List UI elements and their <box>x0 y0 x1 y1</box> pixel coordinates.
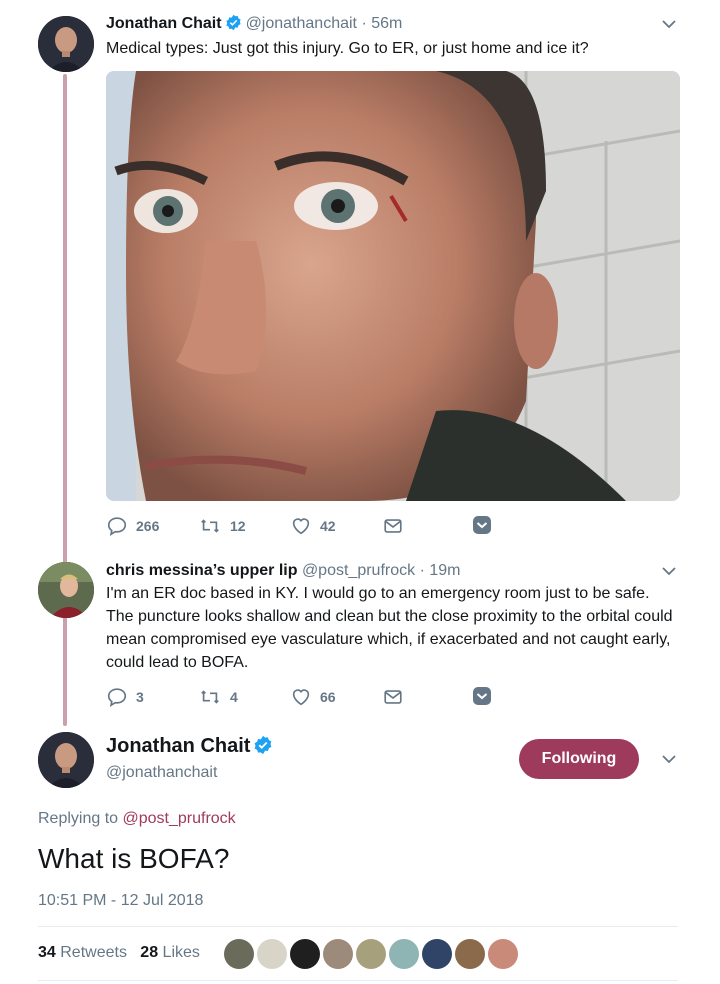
verified-icon <box>253 735 273 761</box>
retweet-button[interactable]: 4 <box>198 686 238 708</box>
reply-button[interactable]: 266 <box>106 515 159 537</box>
retweet-icon <box>201 690 219 704</box>
heart-icon <box>292 689 310 706</box>
liker-avatar[interactable] <box>356 939 386 969</box>
avatar-jonathan-chait-main[interactable] <box>38 732 94 788</box>
thread-line <box>63 74 67 726</box>
likes-label: Likes <box>162 944 200 961</box>
direct-message-button[interactable] <box>382 686 404 708</box>
tweet1-photo[interactable] <box>106 71 680 501</box>
tweet2-time[interactable]: · 19m <box>420 562 461 579</box>
face-photo-icon <box>106 71 680 501</box>
envelope-icon <box>384 690 402 704</box>
avatar-jonathan-chait[interactable] <box>38 16 94 72</box>
retweets-stat[interactable]: 34 Retweets <box>38 944 127 961</box>
divider <box>38 980 678 981</box>
main-author-name[interactable]: Jonathan Chait <box>106 735 277 761</box>
like-button[interactable]: 66 <box>290 686 336 708</box>
retweet-count: 12 <box>230 518 246 534</box>
retweet-count: 4 <box>230 689 238 705</box>
engagement-stats: 34 Retweets 28 Likes <box>38 944 200 962</box>
likes-stat[interactable]: 28 Likes <box>140 944 200 961</box>
liker-avatar[interactable] <box>455 939 485 969</box>
retweets-label: Retweets <box>60 944 127 961</box>
retweets-count: 34 <box>38 944 56 961</box>
tweet1-author-name[interactable]: Jonathan Chait <box>106 15 222 32</box>
like-count: 42 <box>320 518 336 534</box>
chevron-down-icon[interactable] <box>661 751 677 772</box>
following-button[interactable]: Following <box>519 739 639 779</box>
reply-icon <box>107 517 127 536</box>
main-tweet-text: What is BOFA? <box>38 843 230 874</box>
liker-avatar[interactable] <box>389 939 419 969</box>
heart-icon <box>292 518 310 535</box>
chevron-down-icon[interactable] <box>661 16 677 37</box>
reply-count: 266 <box>136 518 160 534</box>
main-author-name-text[interactable]: Jonathan Chait <box>106 735 250 757</box>
liker-avatar[interactable] <box>323 939 353 969</box>
tweet1-text: Medical types: Just got this injury. Go … <box>106 40 589 57</box>
main-handle[interactable]: @jonathanchait <box>106 764 217 782</box>
liker-avatar[interactable] <box>257 939 287 969</box>
liker-avatar[interactable] <box>290 939 320 969</box>
tweet1-actions: 266 12 42 <box>106 515 686 539</box>
liker-avatars <box>224 939 521 969</box>
tweet2-text: I'm an ER doc based in KY. I would go to… <box>106 585 673 671</box>
replying-to-link[interactable]: @post_prufrock <box>123 810 236 827</box>
divider <box>38 926 678 927</box>
tweet1-time[interactable]: · 56m <box>361 15 402 32</box>
liker-avatar[interactable] <box>422 939 452 969</box>
shield-chevron-icon <box>473 516 491 534</box>
reply-button[interactable]: 3 <box>106 686 144 708</box>
tweet2-author-name[interactable]: chris messina’s upper lip <box>106 562 297 579</box>
avatar-post-prufrock[interactable] <box>38 562 94 618</box>
chevron-down-icon[interactable] <box>661 563 677 584</box>
liker-avatar[interactable] <box>224 939 254 969</box>
direct-message-button[interactable] <box>382 515 404 537</box>
likes-count: 28 <box>140 944 159 961</box>
liker-avatar[interactable] <box>488 939 518 969</box>
reply-icon <box>107 688 127 707</box>
reply-count: 3 <box>136 689 144 705</box>
tweet1-header: Jonathan Chait @jonathanchait · 56m <box>106 14 402 37</box>
retweet-icon <box>201 519 219 533</box>
tweet-activity-button[interactable] <box>472 515 492 535</box>
main-timestamp[interactable]: 10:51 PM - 12 Jul 2018 <box>38 892 203 910</box>
like-count: 66 <box>320 689 336 705</box>
tweet1-handle[interactable]: @jonathanchait <box>246 15 357 32</box>
tweet2-header: chris messina’s upper lip @post_prufrock… <box>106 561 460 581</box>
tweet-activity-button[interactable] <box>472 686 492 706</box>
like-button[interactable]: 42 <box>290 515 336 537</box>
shield-chevron-icon <box>473 687 491 705</box>
envelope-icon <box>384 519 402 533</box>
verified-icon <box>225 14 242 37</box>
tweet2-actions: 3 4 66 <box>106 686 686 710</box>
replying-to: Replying to @post_prufrock <box>38 810 236 828</box>
retweet-button[interactable]: 12 <box>198 515 246 537</box>
replying-prefix: Replying to <box>38 810 119 827</box>
tweet2-handle[interactable]: @post_prufrock <box>302 562 415 579</box>
